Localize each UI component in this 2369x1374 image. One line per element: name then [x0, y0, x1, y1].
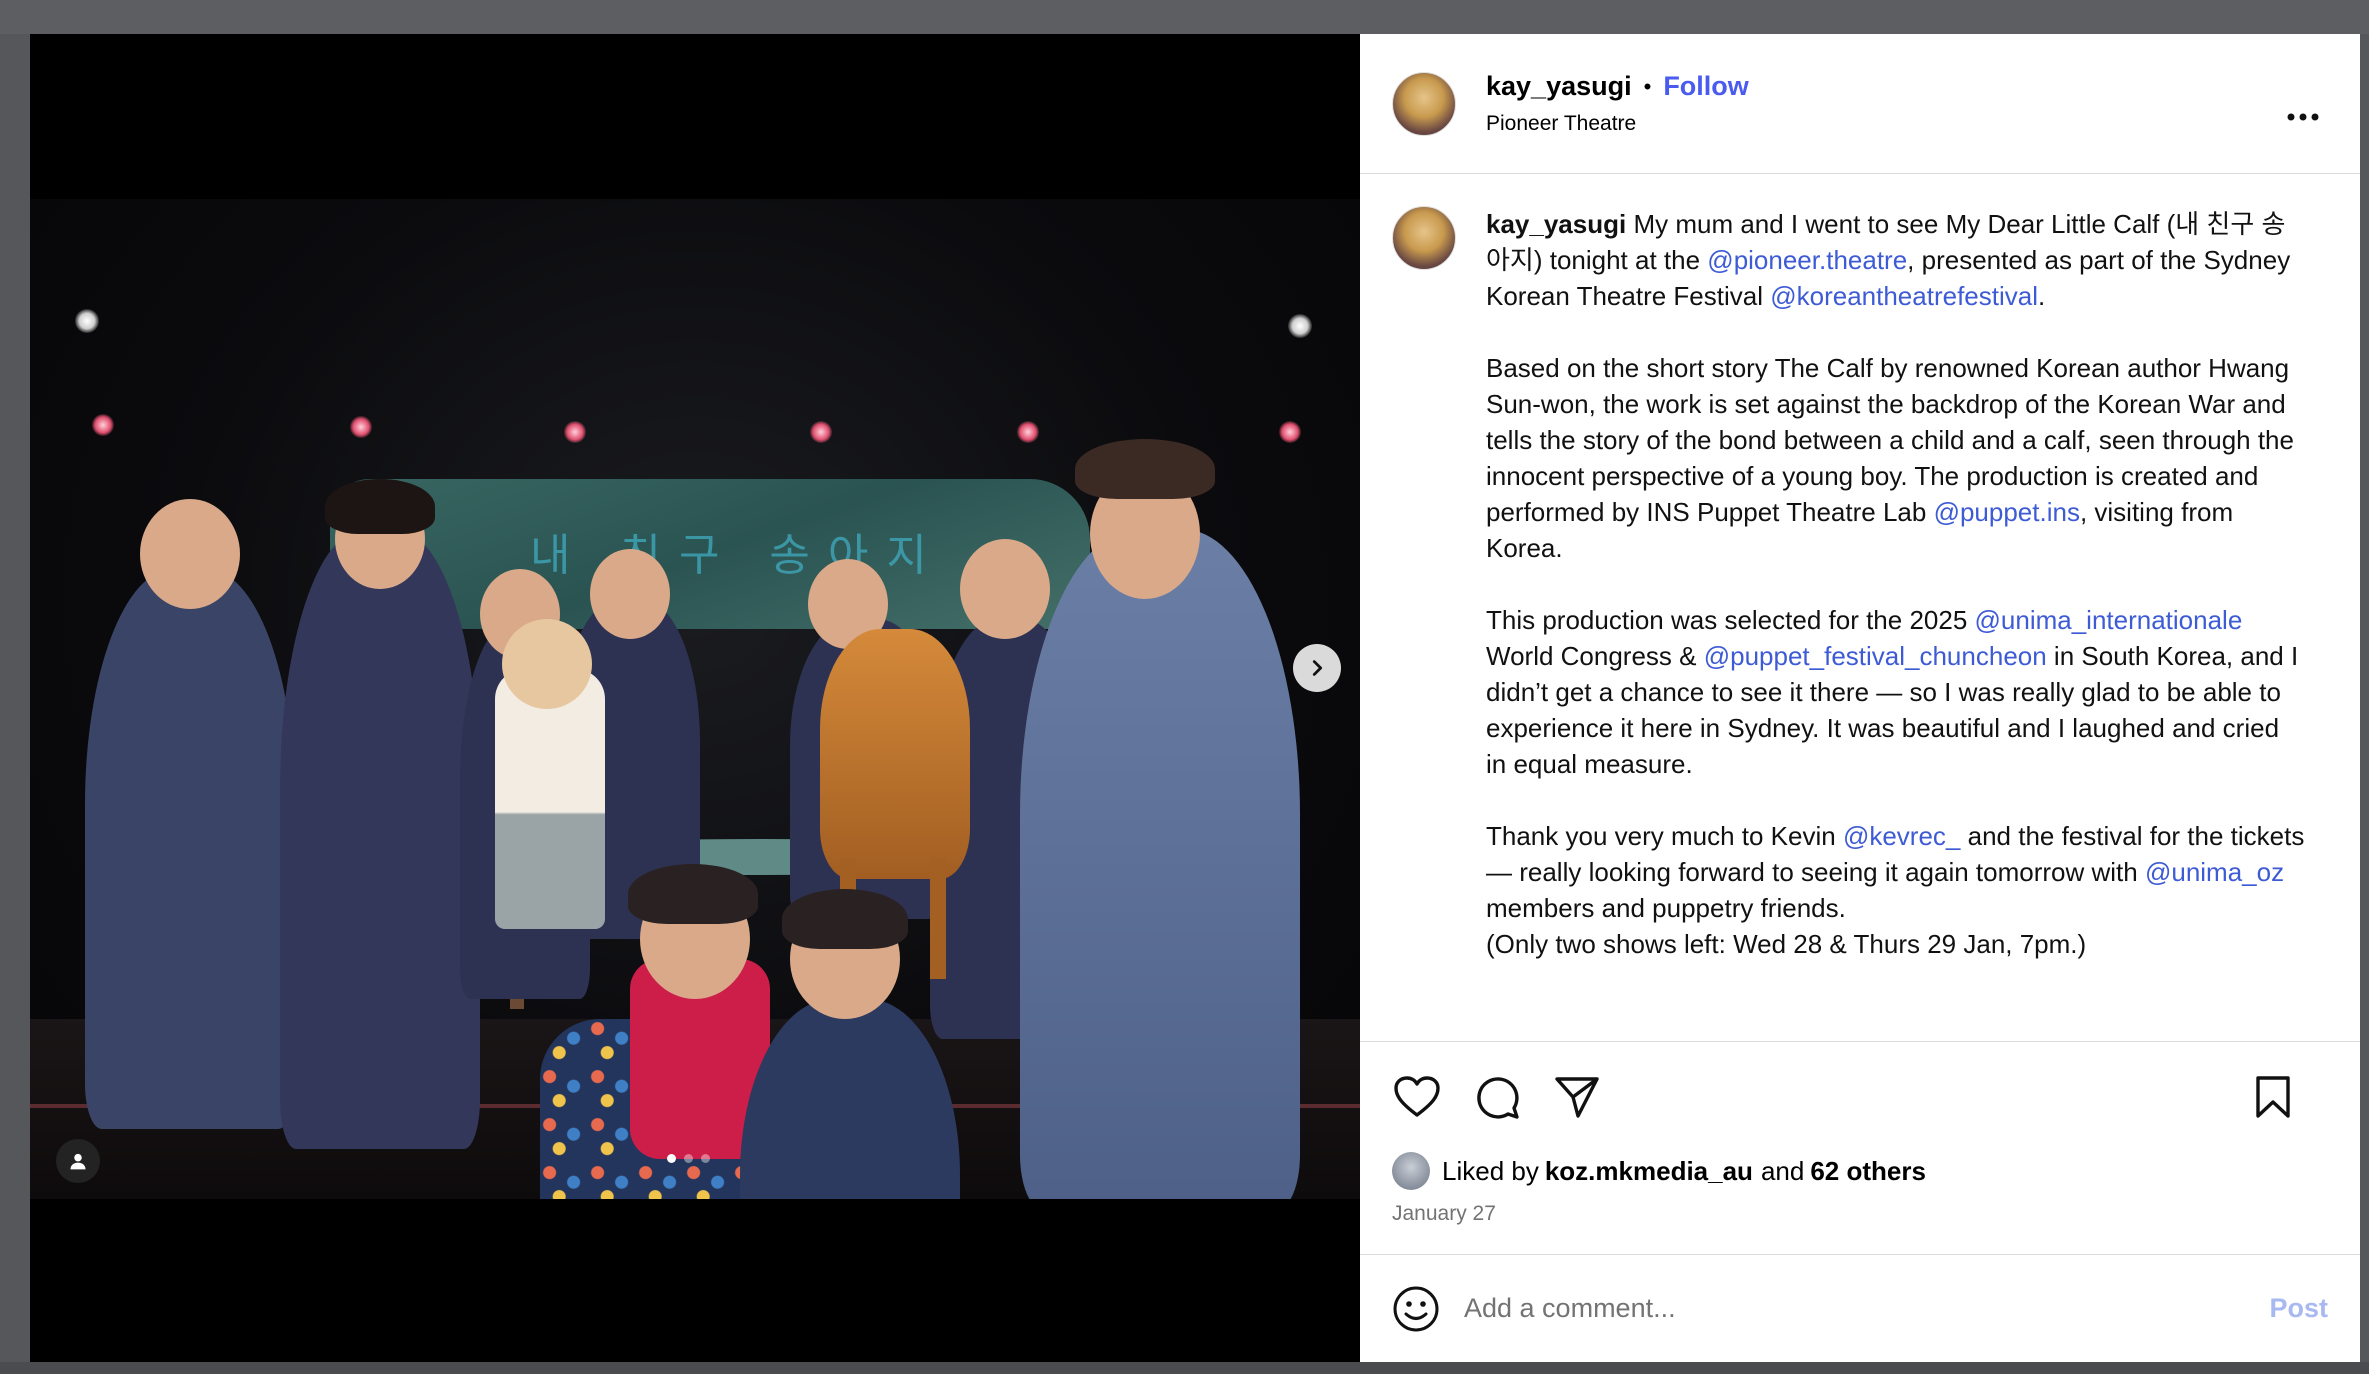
- front-person-hair: [782, 889, 908, 949]
- post-photo: 내 친구 송아지: [30, 199, 1360, 1199]
- post-sidebar: kay_yasugi • Follow Pioneer Theatre kay_…: [1360, 34, 2360, 1362]
- slide-indicator: [667, 1154, 710, 1163]
- comment-button[interactable]: [1472, 1072, 1522, 1122]
- background-feed: [0, 0, 2369, 34]
- author-avatar[interactable]: [1392, 71, 1456, 136]
- chevron-right-icon: [1312, 660, 1323, 676]
- post-header: kay_yasugi • Follow Pioneer Theatre: [1360, 34, 2360, 174]
- user-icon: [70, 1153, 86, 1170]
- slide-dot: [667, 1154, 676, 1163]
- slide-dot: [701, 1154, 710, 1163]
- spotlight: [75, 309, 99, 333]
- caption-text: World Congress &: [1486, 641, 1704, 671]
- save-button[interactable]: [2248, 1072, 2298, 1122]
- stage-light: [1017, 421, 1039, 443]
- post-modal: 내 친구 송아지 kay_yasugi • Follow Pioneer The…: [30, 34, 2360, 1362]
- separator: •: [1643, 73, 1652, 99]
- mention-link[interactable]: @puppet.ins: [1934, 497, 2080, 527]
- mention-link[interactable]: @kevrec_: [1843, 821, 1960, 851]
- boy-puppet-head: [502, 619, 592, 709]
- header-text: kay_yasugi • Follow Pioneer Theatre: [1486, 71, 1749, 136]
- more-icon: [2287, 113, 2319, 121]
- comment-icon: [1477, 1077, 1519, 1119]
- caption-text: members and puppetry friends.: [1486, 893, 1846, 923]
- tagged-users-button[interactable]: [56, 1139, 100, 1183]
- liker-username[interactable]: koz.mkmedia_au: [1545, 1156, 1753, 1187]
- performer-hair: [325, 479, 435, 534]
- performer: [1020, 529, 1300, 1199]
- caption-text: This production was selected for the 202…: [1486, 605, 1975, 635]
- stage-light: [564, 421, 586, 443]
- background-feed-bottom: [0, 1362, 2369, 1374]
- stage-light: [810, 421, 832, 443]
- caption-paragraph: This production was selected for the 202…: [1486, 602, 2306, 782]
- performer-head: [140, 499, 240, 609]
- performer-hat: [1075, 439, 1215, 499]
- stage-light: [1279, 421, 1301, 443]
- calf-leg: [930, 859, 946, 979]
- mention-link[interactable]: @unima_internationale: [1975, 605, 2243, 635]
- add-comment-bar: Post: [1360, 1254, 2360, 1362]
- stage-sign-text: 내 친구 송아지: [530, 530, 945, 581]
- performer: [85, 569, 295, 1129]
- emoji-icon[interactable]: [1392, 1285, 1440, 1333]
- heart-icon: [1394, 1076, 1440, 1117]
- caption-paragraph: kay_yasugi My mum and I went to see My D…: [1486, 206, 2306, 314]
- follow-button[interactable]: Follow: [1663, 71, 1748, 102]
- calf-puppet: [820, 629, 970, 879]
- post-location[interactable]: Pioneer Theatre: [1486, 112, 1749, 136]
- post-date[interactable]: January 27: [1360, 1190, 2360, 1226]
- mention-link[interactable]: @puppet_festival_chuncheon: [1704, 641, 2047, 671]
- spotlight: [1288, 314, 1312, 338]
- header-line: kay_yasugi • Follow: [1486, 71, 1749, 102]
- mention-link[interactable]: @koreantheatrefestival: [1770, 281, 2038, 311]
- caption-paragraph: Based on the short story The Calf by ren…: [1486, 350, 2306, 566]
- caption-paragraph: Thank you very much to Kevin @kevrec_ an…: [1486, 818, 2306, 962]
- performer-head: [590, 549, 670, 639]
- mention-link[interactable]: @unima_oz: [2145, 857, 2284, 887]
- post-caption: kay_yasugi My mum and I went to see My D…: [1486, 206, 2306, 1041]
- likes-count[interactable]: 62 others: [1810, 1156, 1926, 1187]
- next-slide-button[interactable]: [1293, 644, 1341, 692]
- author-username[interactable]: kay_yasugi: [1486, 71, 1632, 102]
- share-icon: [1555, 1077, 1599, 1118]
- likes-summary: Liked by koz.mkmedia_au and 62 others: [1360, 1152, 2360, 1190]
- post-comment-button[interactable]: Post: [2269, 1293, 2328, 1324]
- comments-area[interactable]: kay_yasugi My mum and I went to see My D…: [1360, 174, 2360, 1042]
- post-media[interactable]: 내 친구 송아지: [30, 34, 1360, 1362]
- stage-light: [350, 416, 372, 438]
- more-options-button[interactable]: [2286, 92, 2320, 131]
- performer: [280, 529, 480, 1149]
- liker-avatar[interactable]: [1392, 1152, 1430, 1190]
- performer-head: [960, 539, 1050, 639]
- like-button[interactable]: [1392, 1072, 1442, 1122]
- likes-middle: and: [1760, 1155, 1805, 1186]
- caption-text: Thank you very much to Kevin: [1486, 821, 1843, 851]
- share-button[interactable]: [1552, 1072, 1602, 1122]
- caption-text: .: [2038, 281, 2046, 311]
- likes-prefix: Liked by: [1442, 1155, 1539, 1186]
- slide-dot: [684, 1154, 693, 1163]
- caption-username[interactable]: kay_yasugi: [1486, 209, 1626, 239]
- front-person-hair: [628, 864, 758, 924]
- comment-input[interactable]: [1464, 1293, 2164, 1324]
- stage-light: [92, 414, 114, 436]
- mention-link[interactable]: @pioneer.theatre: [1707, 245, 1907, 275]
- caption-text: (Only two shows left: Wed 28 & Thurs 29 …: [1486, 929, 2087, 959]
- action-bar: [1360, 1042, 2360, 1152]
- bookmark-icon: [2256, 1076, 2290, 1118]
- caption-author-avatar[interactable]: [1392, 206, 1456, 270]
